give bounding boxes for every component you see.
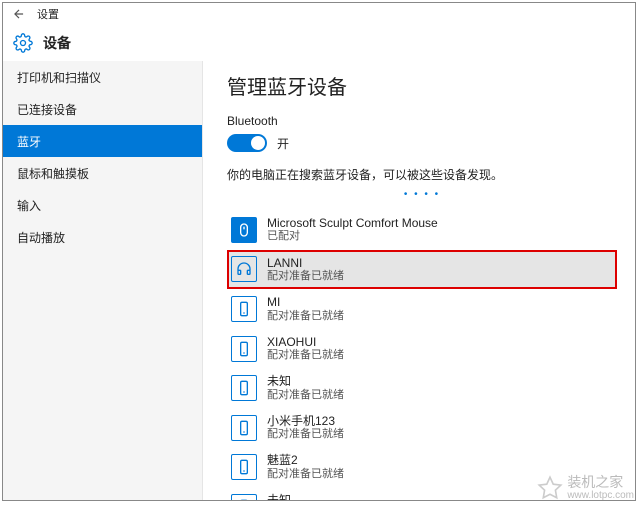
device-name: 未知 — [267, 374, 344, 388]
device-info: MI配对准备已就绪 — [267, 295, 344, 323]
toggle-state-label: 开 — [277, 135, 289, 152]
settings-window: 设置 设备 打印机和扫描仪已连接设备蓝牙鼠标和触摸板输入自动播放 管理蓝牙设备 … — [2, 2, 636, 501]
device-status: 配对准备已就绪 — [267, 270, 344, 283]
device-status: 配对准备已就绪 — [267, 349, 344, 362]
device-status: 配对准备已就绪 — [267, 389, 344, 402]
device-item[interactable]: MI配对准备已就绪 — [227, 289, 617, 329]
search-status-text: 你的电脑正在搜索蓝牙设备，可以被这些设备发现。 — [227, 166, 617, 183]
device-item[interactable]: 未知配对准备已就绪 — [227, 368, 617, 408]
sidebar-item-1[interactable]: 已连接设备 — [3, 93, 202, 125]
sidebar-item-4[interactable]: 输入 — [3, 189, 202, 221]
device-name: LANNI — [267, 256, 344, 270]
headset-icon — [231, 256, 257, 282]
sidebar-item-3[interactable]: 鼠标和触摸板 — [3, 157, 202, 189]
header-title: 设备 — [43, 33, 71, 53]
device-item[interactable]: 魅蓝2配对准备已就绪 — [227, 447, 617, 487]
device-status: 配对准备已就绪 — [267, 310, 344, 323]
page-title: 管理蓝牙设备 — [227, 71, 617, 100]
phone-icon — [231, 296, 257, 322]
back-arrow-icon — [12, 7, 26, 21]
device-list: Microsoft Sculpt Comfort Mouse已配对LANNI配对… — [227, 210, 617, 500]
device-info: 小米手机123配对准备已就绪 — [267, 414, 344, 442]
device-info: 未知配对准备已就绪 — [267, 374, 344, 402]
device-name: Microsoft Sculpt Comfort Mouse — [267, 216, 438, 230]
phone-icon — [231, 494, 257, 500]
device-item[interactable]: LANNI配对准备已就绪 — [227, 250, 617, 290]
sidebar: 打印机和扫描仪已连接设备蓝牙鼠标和触摸板输入自动播放 — [3, 61, 203, 500]
phone-icon — [231, 415, 257, 441]
header: 设备 — [3, 25, 635, 61]
back-button[interactable] — [11, 6, 27, 22]
device-status: 配对准备已就绪 — [267, 468, 344, 481]
bluetooth-label: Bluetooth — [227, 114, 617, 128]
window-title: 设置 — [37, 6, 59, 22]
content-area: 打印机和扫描仪已连接设备蓝牙鼠标和触摸板输入自动播放 管理蓝牙设备 Blueto… — [3, 61, 635, 500]
device-name: 魅蓝2 — [267, 453, 344, 467]
sidebar-item-5[interactable]: 自动播放 — [3, 221, 202, 253]
titlebar: 设置 — [3, 3, 635, 25]
device-info: LANNI配对准备已就绪 — [267, 256, 344, 284]
sidebar-item-2[interactable]: 蓝牙 — [3, 125, 202, 157]
device-status: 配对准备已就绪 — [267, 428, 344, 441]
sidebar-item-0[interactable]: 打印机和扫描仪 — [3, 61, 202, 93]
device-info: 魅蓝2配对准备已就绪 — [267, 453, 344, 481]
device-name: MI — [267, 295, 344, 309]
phone-icon — [231, 336, 257, 362]
device-item[interactable]: XIAOHUI配对准备已就绪 — [227, 329, 617, 369]
device-item[interactable]: Microsoft Sculpt Comfort Mouse已配对 — [227, 210, 617, 250]
device-name: 未知 — [267, 493, 344, 500]
phone-icon — [231, 454, 257, 480]
gear-icon — [13, 33, 33, 53]
loading-dots: • • • • — [227, 189, 617, 200]
mouse-icon — [231, 217, 257, 243]
device-name: XIAOHUI — [267, 335, 344, 349]
phone-icon — [231, 375, 257, 401]
device-name: 小米手机123 — [267, 414, 344, 428]
device-item[interactable]: 未知配对准备已就绪 — [227, 487, 617, 500]
bluetooth-toggle[interactable] — [227, 134, 267, 152]
main-panel: 管理蓝牙设备 Bluetooth 开 你的电脑正在搜索蓝牙设备，可以被这些设备发… — [203, 61, 635, 500]
device-item[interactable]: 小米手机123配对准备已就绪 — [227, 408, 617, 448]
device-info: 未知配对准备已就绪 — [267, 493, 344, 500]
toggle-row: 开 — [227, 134, 617, 152]
device-info: XIAOHUI配对准备已就绪 — [267, 335, 344, 363]
device-info: Microsoft Sculpt Comfort Mouse已配对 — [267, 216, 438, 244]
device-status: 已配对 — [267, 230, 438, 243]
